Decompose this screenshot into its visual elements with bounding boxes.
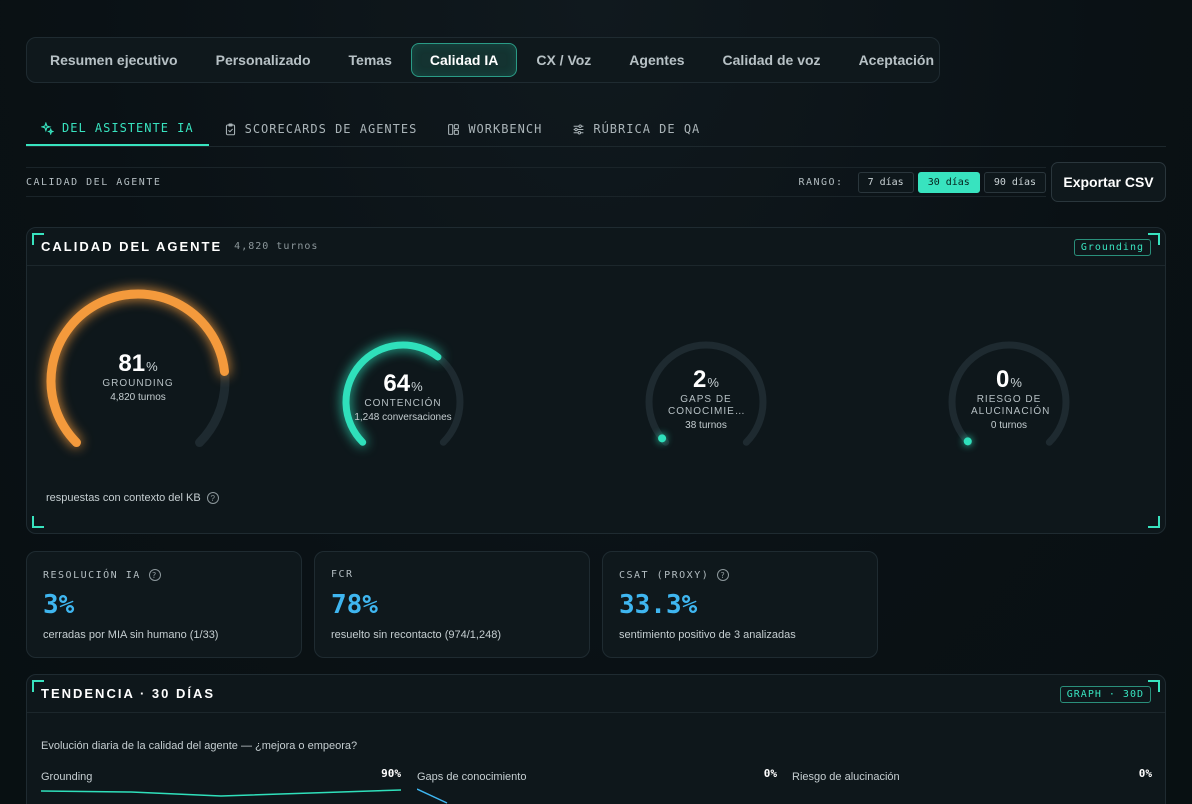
tab-personalizado[interactable]: Personalizado: [197, 43, 330, 77]
subtab-label: WORKBENCH: [468, 122, 543, 136]
kpi-label-row: CSAT (PROXY) ?: [619, 569, 730, 581]
gauge-unit: %: [1010, 375, 1022, 390]
gauge-sub: 38 turnos: [685, 420, 727, 431]
sparkle-icon: [41, 121, 54, 135]
tab-calidad-de-voz[interactable]: Calidad de voz: [704, 43, 840, 77]
trend-description: Evolución diaria de la calidad del agent…: [41, 740, 358, 752]
panel-header: CALIDAD DEL AGENTE 4,820 turnos: [27, 228, 1165, 266]
gauge-grounding: 81% GROUNDING 4,820 turnos: [43, 286, 233, 476]
subtab-scorecards[interactable]: SCORECARDS DE AGENTES: [209, 112, 433, 146]
gauge-riesgo-alucinacion: 0% RIESGO DE ALUCINACIÓN 0 turnos: [947, 340, 1071, 464]
gauge-value: 81: [118, 350, 146, 377]
mini-chart-gaps: Gaps de conocimiento 0%: [417, 767, 777, 804]
help-icon[interactable]: ?: [206, 492, 219, 504]
trend-panel: TENDENCIA · 30 DÍAS GRAPH · 30D Evolució…: [26, 674, 1166, 804]
gauge-sub: 4,820 turnos: [110, 392, 166, 403]
series-value: 90%: [381, 767, 401, 780]
panel-title: TENDENCIA · 30 DÍAS: [41, 686, 216, 701]
gauge-gaps-conocimiento: 2% GAPS DE CONOCIMIE… 38 turnos: [644, 340, 768, 464]
gauge-contencion: 64% CONTENCIÓN 1,248 conversaciones: [341, 340, 465, 464]
tab-resumen-ejecutivo[interactable]: Resumen ejecutivo: [31, 43, 197, 77]
kpi-value: 3%: [43, 590, 75, 620]
grounding-badge: Grounding: [1073, 239, 1151, 256]
panel-title: CALIDAD DEL AGENTE: [41, 239, 223, 254]
range-90-days-button[interactable]: 90 días: [983, 171, 1046, 193]
gauge-unit: %: [707, 375, 719, 390]
kpi-value: 78%: [331, 590, 378, 620]
series-value: 0%: [763, 767, 777, 780]
gauge-value: 0: [996, 366, 1010, 393]
kpi-label: CSAT (PROXY): [619, 569, 710, 581]
main-tab-bar: Resumen ejecutivo Personalizado Temas Ca…: [26, 37, 940, 83]
range-label: RANGO:: [798, 176, 844, 188]
tab-aceptacion[interactable]: Aceptación: [840, 43, 953, 77]
tab-temas[interactable]: Temas: [330, 43, 411, 77]
mini-chart-grounding: Grounding 90%: [41, 767, 401, 797]
grounding-sparkline: [41, 789, 401, 797]
kpi-sub: sentimiento positivo de 3 analizadas: [619, 629, 796, 641]
gauge-fill: [658, 434, 667, 443]
kb-note-text: respuestas con contexto del KB: [46, 492, 201, 504]
range-toolbar: CALIDAD DEL AGENTE RANGO: 7 días 30 días…: [26, 167, 1046, 197]
gauge-sub: 1,248 conversaciones: [354, 412, 452, 423]
clipboard-check-icon: [225, 122, 235, 135]
subtab-label: DEL ASISTENTE IA: [62, 121, 194, 135]
corner-decoration: [32, 516, 44, 528]
gaps-sparkline: [417, 788, 448, 804]
subtab-label: SCORECARDS DE AGENTES: [244, 122, 418, 136]
subtab-rubrica-qa[interactable]: RÚBRICA DE QA: [557, 112, 715, 146]
gauge-label: GAPS DE CONOCIMIE…: [668, 394, 746, 417]
kpi-label-row: FCR: [331, 569, 354, 580]
graph-badge: GRAPH · 30D: [1059, 686, 1151, 703]
subtab-asistente-ia[interactable]: DEL ASISTENTE IA: [26, 112, 209, 146]
gauge-unit: %: [146, 359, 158, 374]
kpi-resolucion-ia: RESOLUCIÓN IA ? 3% cerradas por MIA sin …: [26, 551, 302, 658]
help-icon[interactable]: ?: [148, 569, 161, 581]
panel-header: TENDENCIA · 30 DÍAS: [27, 675, 1165, 713]
export-csv-button[interactable]: Exportar CSV: [1051, 162, 1166, 202]
kpi-value: 33.3%: [619, 590, 698, 620]
series-value: 0%: [1138, 767, 1152, 780]
toolbar-title: CALIDAD DEL AGENTE: [26, 176, 162, 188]
gauge-label: CONTENCIÓN: [364, 398, 442, 409]
range-selector: RANGO: 7 días 30 días 90 días: [798, 171, 1046, 193]
gauge-value: 64: [383, 370, 411, 397]
panel-subtitle: 4,820 turnos: [234, 241, 319, 252]
gauge-sub: 0 turnos: [990, 420, 1028, 431]
gauge-unit: %: [411, 379, 423, 394]
gauge-label: RIESGO DE ALUCINACIÓN: [971, 394, 1051, 417]
subtab-workbench[interactable]: WORKBENCH: [432, 112, 557, 146]
series-name: Riesgo de alucinación: [792, 771, 900, 783]
tab-calidad-ia[interactable]: Calidad IA: [410, 43, 518, 77]
layout-icon: [448, 123, 460, 135]
gauge-fill: [963, 437, 972, 446]
range-30-days-button[interactable]: 30 días: [917, 171, 980, 193]
kpi-fcr: FCR 78% resuelto sin recontacto (974/1,2…: [314, 551, 590, 658]
gauge-label: GROUNDING: [102, 378, 174, 389]
tab-cx-voz[interactable]: CX / Voz: [517, 43, 610, 77]
sliders-icon: [573, 124, 584, 134]
gauge-value: 2: [693, 366, 707, 393]
kpi-label: FCR: [331, 569, 354, 580]
mini-chart-riesgo: Riesgo de alucinación 0%: [792, 767, 1152, 785]
help-icon[interactable]: ?: [717, 569, 730, 581]
agent-quality-panel: CALIDAD DEL AGENTE 4,820 turnos Groundin…: [26, 227, 1166, 534]
range-7-days-button[interactable]: 7 días: [857, 171, 914, 193]
kpi-label: RESOLUCIÓN IA: [43, 569, 141, 581]
kpi-label-row: RESOLUCIÓN IA ?: [43, 569, 161, 581]
kpi-csat-proxy: CSAT (PROXY) ? 33.3% sentimiento positiv…: [602, 551, 878, 658]
sub-tab-bar: DEL ASISTENTE IA SCORECARDS DE AGENTES W…: [26, 112, 1166, 147]
kpi-sub: resuelto sin recontacto (974/1,248): [331, 629, 501, 641]
kb-context-note: respuestas con contexto del KB ?: [46, 492, 219, 504]
corner-decoration: [1148, 516, 1160, 528]
subtab-label: RÚBRICA DE QA: [593, 122, 701, 136]
kpi-sub: cerradas por MIA sin humano (1/33): [43, 629, 219, 641]
tab-agentes[interactable]: Agentes: [610, 43, 703, 77]
